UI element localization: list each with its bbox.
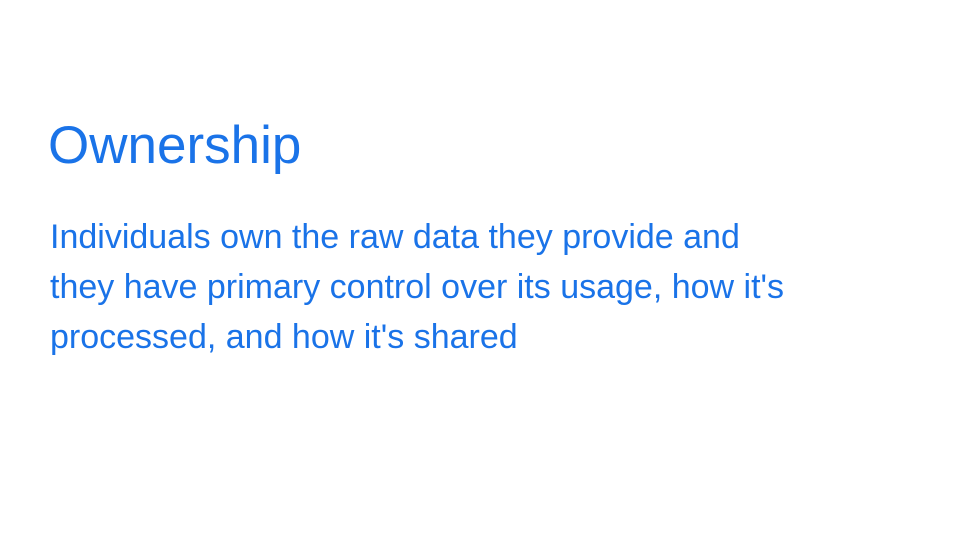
body-line: Individuals own the raw data they provid… [50,218,740,256]
slide-title: Ownership [48,116,302,175]
slide-body: Individuals own the raw data they provid… [50,212,784,362]
body-line: they have primary control over its usage… [50,268,785,306]
body-line: processed, and how it's shared [50,318,518,356]
